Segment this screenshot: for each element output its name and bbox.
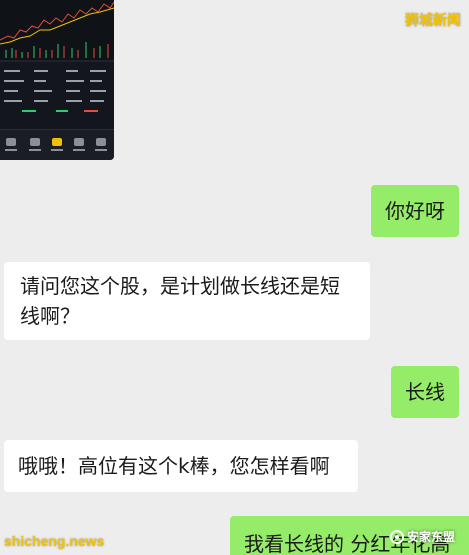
nav-discover-icon — [72, 138, 86, 154]
watermark-bottom-right: 安家东盟 — [389, 528, 455, 545]
watermark-bottom-left: shicheng.news — [4, 533, 105, 549]
nav-home-icon — [4, 138, 18, 154]
message-bubble-incoming[interactable]: 请问您这个股，是计划做长线还是短线啊？ — [4, 262, 370, 340]
stock-chart-screenshot[interactable] — [0, 0, 114, 160]
nav-trade-icon — [50, 138, 64, 154]
wechat-channel-icon — [389, 529, 404, 544]
candlestick-chart-icon — [0, 0, 114, 112]
message-text: 请问您这个股，是计划做长线还是短线啊？ — [20, 274, 340, 328]
message-bubble-outgoing[interactable]: 长线 — [391, 366, 459, 418]
nav-menu-icon — [94, 138, 108, 154]
thumbnail-bottom-nav — [0, 129, 114, 160]
message-text: 哦哦！高位有这个k棒，您怎样看啊 — [18, 454, 330, 478]
message-text: 你好呀 — [385, 199, 445, 223]
nav-market-icon — [28, 138, 42, 154]
message-bubble-outgoing[interactable]: 你好呀 — [371, 185, 459, 237]
watermark-top-right: 狮城新闻 — [405, 13, 461, 29]
message-text: 长线 — [405, 380, 445, 404]
watermark-bottom-right-text: 安家东盟 — [406, 530, 455, 544]
message-bubble-incoming[interactable]: 哦哦！高位有这个k棒，您怎样看啊 — [4, 440, 358, 492]
chat-screen: 狮城新闻 你好呀 请问您这个股，是计划做长线还是短线啊？ 长线 哦哦！高位有这个… — [0, 0, 469, 555]
